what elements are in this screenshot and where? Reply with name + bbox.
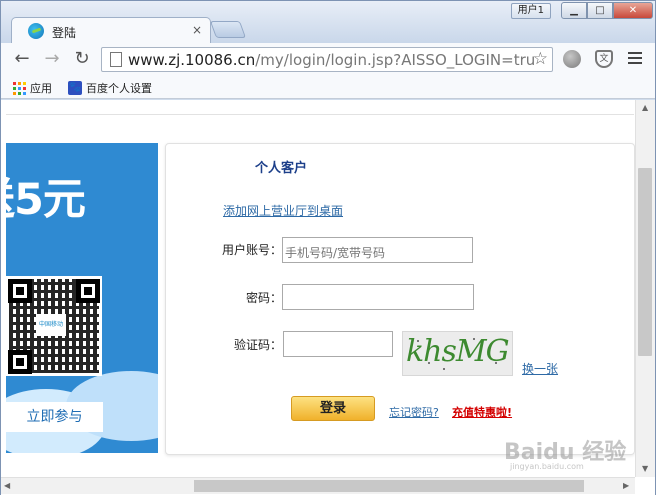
close-window-button[interactable]: ✕ xyxy=(613,2,653,19)
bookmark-apps[interactable]: 应用 xyxy=(13,80,52,96)
account-input[interactable] xyxy=(282,237,473,263)
bookmarks-bar: 应用 🐾 百度个人设置 xyxy=(1,75,655,99)
page-icon xyxy=(110,52,122,67)
scroll-up-icon[interactable]: ▲ xyxy=(642,103,648,112)
menu-icon[interactable] xyxy=(628,52,642,66)
join-now-button[interactable]: 立即参与 xyxy=(6,402,103,432)
tab-login[interactable]: 登陆 × xyxy=(11,17,211,44)
new-tab-button[interactable] xyxy=(209,21,247,38)
login-title: 个人客户 xyxy=(255,161,308,176)
horizontal-scroll-thumb[interactable] xyxy=(194,480,584,492)
shield-extension-icon[interactable]: 文 xyxy=(595,50,613,68)
qr-logo: 中国移动 xyxy=(36,314,66,336)
url-text: www.zj.10086.cn/my/login/login.jsp?AISSO… xyxy=(128,51,536,69)
maximize-button[interactable]: □ xyxy=(587,2,613,19)
apps-grid-icon xyxy=(13,81,26,95)
bookmark-label: 百度个人设置 xyxy=(86,82,152,95)
add-to-desktop-link[interactable]: 添加网上营业厅到桌面 xyxy=(223,202,343,219)
bookmark-star-icon[interactable]: ☆ xyxy=(533,49,548,69)
title-bar: 用户1 ▁ □ ✕ 登陆 × xyxy=(1,1,655,44)
password-input[interactable] xyxy=(282,284,474,310)
minimize-button[interactable]: ▁ xyxy=(561,2,587,19)
reload-icon[interactable]: ↻ xyxy=(71,49,93,71)
close-icon[interactable]: × xyxy=(192,23,202,37)
globe-icon[interactable] xyxy=(563,50,581,68)
baidu-jingyan-watermark: Baidu 经验 jingyan.baidu.com xyxy=(504,440,627,471)
forward-icon[interactable]: → xyxy=(41,49,63,71)
baidu-paw-icon: 🐾 xyxy=(68,81,82,95)
promo-banner[interactable]: 送5元 中国移动 立即参与 xyxy=(6,143,158,453)
forgot-password-link[interactable]: 忘记密码? xyxy=(389,404,439,420)
bookmark-baidu-settings[interactable]: 🐾 百度个人设置 xyxy=(68,80,152,96)
password-label: 密码： xyxy=(245,291,282,305)
china-mobile-favicon-icon xyxy=(28,23,44,39)
login-button[interactable]: 登录 xyxy=(291,396,375,421)
back-icon[interactable]: ← xyxy=(11,49,33,71)
captcha-image[interactable]: khsMG xyxy=(402,331,513,376)
browser-toolbar: ← → ↻ www.zj.10086.cn/my/login/login.jsp… xyxy=(1,43,655,75)
vertical-scroll-thumb[interactable] xyxy=(638,168,652,356)
bookmark-label: 应用 xyxy=(30,82,52,95)
scroll-down-icon[interactable]: ▼ xyxy=(642,464,648,473)
scroll-right-icon[interactable]: ▶ xyxy=(623,481,629,490)
divider xyxy=(6,114,634,115)
captcha-label: 验证码： xyxy=(233,338,282,352)
account-label: 用户账号： xyxy=(221,243,282,257)
browser-window: 用户1 ▁ □ ✕ 登陆 × ← → ↻ www.zj.10086.cn/my/… xyxy=(0,0,656,495)
login-panel: 个人客户 添加网上营业厅到桌面 用户账号： 密码： 验证码： khsMG 换一张… xyxy=(165,143,635,455)
address-bar[interactable]: www.zj.10086.cn/my/login/login.jsp?AISSO… xyxy=(101,47,553,72)
captcha-input[interactable] xyxy=(283,331,393,357)
user-profile-badge[interactable]: 用户1 xyxy=(510,3,551,19)
qr-code: 中国移动 xyxy=(6,276,102,376)
refresh-captcha-link[interactable]: 换一张 xyxy=(522,360,558,377)
captcha-text: khsMG xyxy=(406,334,510,369)
page-viewport: 送5元 中国移动 立即参与 个人客户 添加网上营业厅到桌面 用户账号： 密码： … xyxy=(1,100,655,495)
vertical-scrollbar[interactable]: ▲ ▼ xyxy=(635,100,655,477)
horizontal-scrollbar[interactable]: ◀ ▶ xyxy=(1,477,635,494)
recharge-promo-link[interactable]: 充值特惠啦! xyxy=(452,404,512,420)
tab-title: 登陆 xyxy=(52,26,77,40)
banner-headline: 送5元 xyxy=(6,175,86,225)
scroll-left-icon[interactable]: ◀ xyxy=(4,481,10,490)
